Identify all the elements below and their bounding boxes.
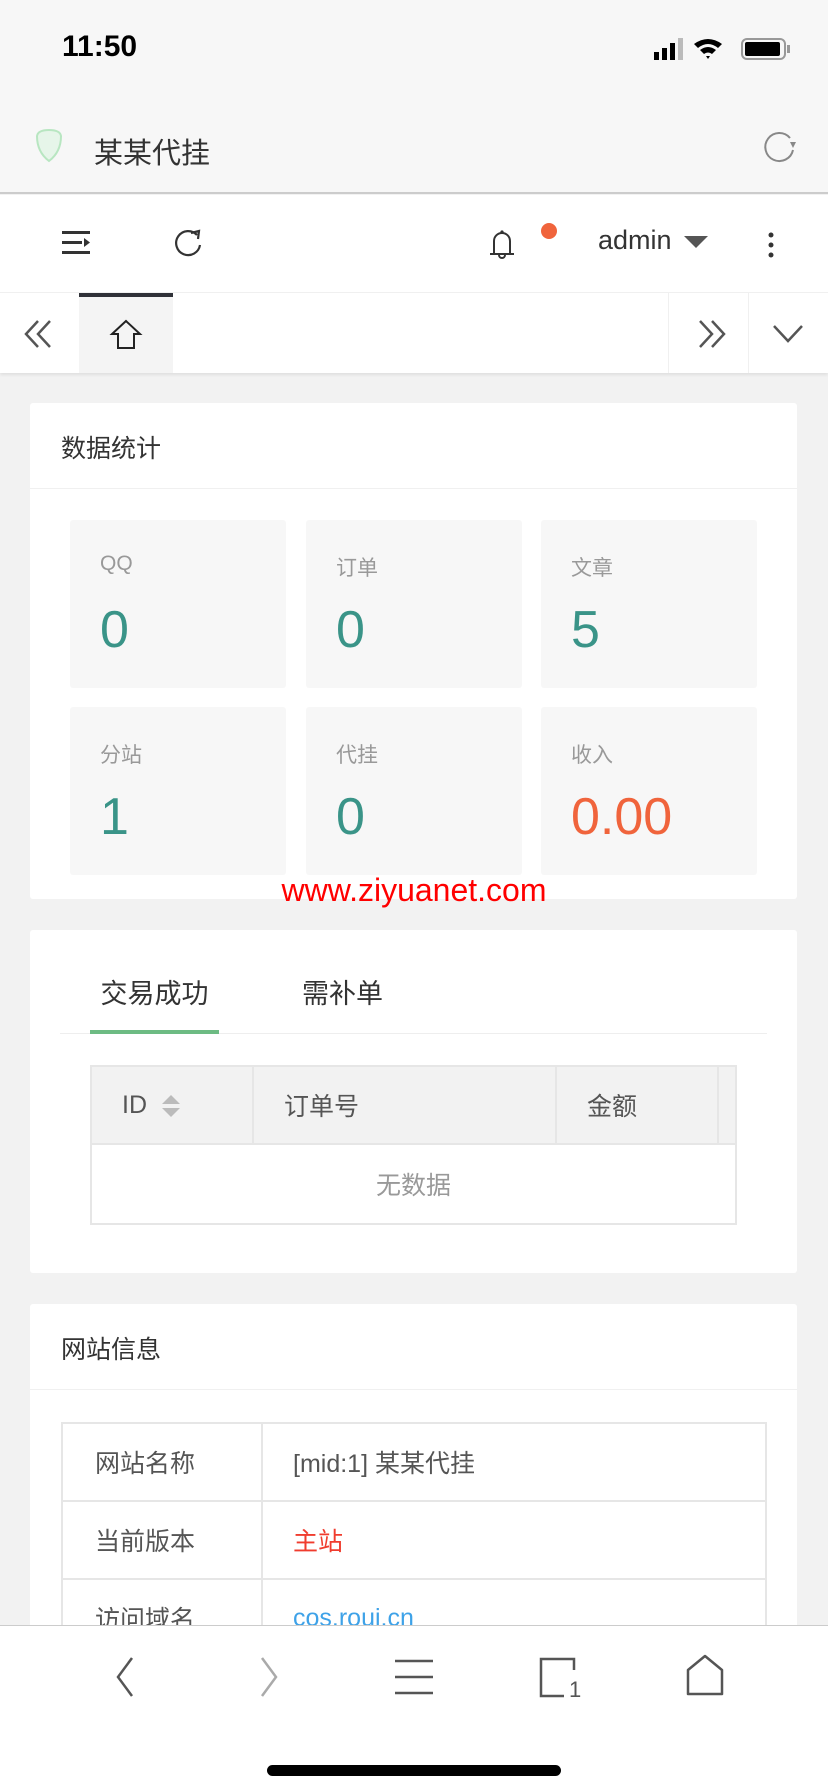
notification-dot — [541, 223, 557, 239]
home-indicator — [267, 1765, 561, 1776]
shield-icon — [35, 128, 63, 163]
orders-table: ID 订单号 金额 无数据 — [90, 1065, 737, 1225]
site-info-title: 网站信息 — [30, 1304, 797, 1390]
stats-card-title: 数据统计 — [30, 403, 797, 489]
signal-wifi-battery-icon — [654, 38, 790, 60]
scroll-left-icon[interactable] — [22, 319, 58, 349]
col-id[interactable]: ID — [90, 1065, 254, 1145]
stat-orders: 订单 0 — [306, 520, 522, 688]
tabs-icon[interactable]: 1 — [538, 1656, 582, 1698]
home-icon — [109, 319, 143, 349]
app-header: admin — [0, 195, 828, 293]
back-icon[interactable] — [112, 1656, 138, 1698]
browser-bar: 某某代挂 — [0, 100, 828, 194]
site-info-table: 网站名称 [mid:1] 某某代挂 当前版本 主站 访问域名 cos.roui.cn — [61, 1422, 767, 1658]
col-amount: 金额 — [555, 1065, 719, 1145]
menu-toggle-icon[interactable] — [60, 229, 92, 257]
col-order-no: 订单号 — [252, 1065, 557, 1145]
table-row: 当前版本 主站 — [61, 1500, 767, 1580]
refresh-icon[interactable] — [172, 227, 204, 261]
user-menu[interactable]: admin — [598, 225, 708, 256]
caret-down-icon — [683, 235, 708, 248]
browser-toolbar: 1 — [0, 1625, 828, 1792]
empty-state: 无数据 — [90, 1143, 737, 1225]
status-bar: 11:50 — [0, 0, 828, 100]
more-icon[interactable] — [766, 231, 776, 261]
watermark: www.ziyuanet.com — [281, 872, 547, 908]
svg-text:1: 1 — [569, 1677, 581, 1698]
stats-card: 数据统计 QQ 0 订单 0 文章 5 分站 1 代挂 0 收入 0.00 — [30, 403, 797, 899]
page-tabs — [0, 293, 828, 373]
clock: 11:50 — [62, 30, 138, 63]
reload-icon[interactable] — [760, 128, 800, 168]
stat-income: 收入 0.00 — [541, 707, 757, 875]
scroll-right-icon[interactable] — [692, 319, 728, 349]
home-nav-icon[interactable] — [684, 1654, 726, 1698]
tabs-dropdown-icon[interactable] — [772, 323, 804, 345]
tab-success[interactable]: 交易成功 — [90, 972, 219, 1034]
menu-icon[interactable] — [393, 1658, 435, 1696]
forward-icon[interactable] — [256, 1656, 282, 1698]
tab-home[interactable] — [79, 293, 173, 373]
stat-articles: 文章 5 — [541, 520, 757, 688]
stat-qq: QQ 0 — [70, 520, 286, 688]
bell-icon[interactable] — [486, 227, 518, 263]
orders-card: 交易成功 需补单 ID 订单号 金额 无数据 — [30, 930, 797, 1273]
table-row: 网站名称 [mid:1] 某某代挂 — [61, 1422, 767, 1502]
stat-substations: 分站 1 — [70, 707, 286, 875]
stat-daigua: 代挂 0 — [306, 707, 522, 875]
sort-icon[interactable] — [161, 1093, 181, 1119]
tab-need-reorder[interactable]: 需补单 — [302, 972, 383, 1011]
username: admin — [598, 225, 672, 255]
browser-title: 某某代挂 — [94, 138, 211, 170]
